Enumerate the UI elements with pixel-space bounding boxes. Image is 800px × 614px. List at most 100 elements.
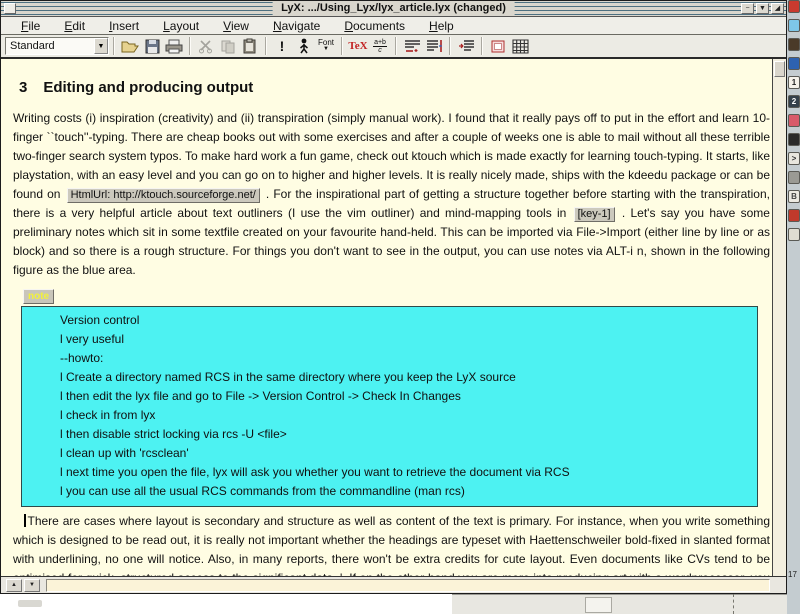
background-window-fragment [452,594,787,614]
menu-view[interactable]: View [211,19,261,33]
open-folder-icon [121,39,139,54]
menubar: File Edit Insert Layout View Navigate Do… [1,17,786,35]
section-number: 3 [19,79,27,96]
math-icon-bottom: c [378,47,382,54]
insert-table-button[interactable] [509,36,531,56]
paste-button[interactable] [239,36,261,56]
tex-mode-button[interactable]: TeX [347,36,369,56]
note-line: l very useful [60,330,753,349]
font-dialog-button[interactable]: Font ▼ [315,36,337,56]
toolbar-separator [341,37,343,55]
paragraph-style-combo[interactable]: Standard ▼ [5,37,109,55]
depth-icon [458,39,475,53]
math-mode-button[interactable]: a+b c [369,36,391,56]
background-divider [733,594,734,614]
toolbar-separator [395,37,397,55]
titlebar[interactable]: LyX: .../Using_Lyx/lyx_article.lyx (chan… [1,1,786,17]
print-button[interactable] [163,36,185,56]
shade-button[interactable]: ▼ [756,3,769,14]
panel-app-icon[interactable] [788,0,800,13]
footnote-icon [404,39,421,53]
menu-navigate[interactable]: Navigate [261,19,332,33]
toolbar-separator [449,37,451,55]
vertical-scrollbar[interactable] [772,59,786,576]
insert-figure-button[interactable] [487,36,509,56]
desktop-panel: 1 2 > B 17 [787,0,800,614]
margin-note-icon [426,39,443,53]
panel-desktop-2-button[interactable]: 2 [788,95,800,108]
note-inset-button[interactable]: note [23,289,54,304]
panel-app-icon[interactable] [788,209,800,222]
paragraph[interactable]: There are cases where layout is secondar… [13,512,770,576]
paragraph[interactable]: Writing costs (i) inspiration (creativit… [13,109,770,280]
note-line: l Create a directory named RCS in the sa… [60,368,753,387]
note-line: l clean up with 'rcsclean' [60,444,753,463]
panel-app-icon[interactable] [788,57,800,70]
font-label: Font [318,39,334,46]
down-arrow-icon: ▼ [29,582,35,588]
noun-style-button[interactable] [293,36,315,56]
note-line: l then disable strict locking via rcs -U… [60,425,753,444]
chevron-down-icon[interactable]: ▼ [94,38,108,54]
menu-layout[interactable]: Layout [151,19,211,33]
note-line: l then edit the lyx file and go to File … [60,387,753,406]
menu-edit[interactable]: Edit [52,19,97,33]
url-inset-chip[interactable]: HtmlUrl: http://ktouch.sourceforge.net/ [67,188,260,203]
panel-clock: 17 [788,570,797,579]
minimize-button[interactable]: − [741,3,754,14]
panel-desktop-1-button[interactable]: 1 [788,76,800,89]
scissors-icon [198,39,214,54]
increase-depth-button[interactable] [455,36,477,56]
minibuffer-input[interactable] [46,579,770,592]
menu-file[interactable]: File [9,19,52,33]
copy-button[interactable] [217,36,239,56]
panel-app-icon[interactable] [788,133,800,146]
panel-app-icon[interactable] [788,114,800,127]
panel-app-icon[interactable] [788,19,800,32]
resize-button[interactable]: ◢ [771,3,784,14]
figure-icon [491,40,505,53]
window-menu-button[interactable] [4,3,16,14]
insert-marginnote-button[interactable] [423,36,445,56]
scrollbar-thumb[interactable] [774,61,785,77]
toolbar-separator [265,37,267,55]
cut-button[interactable] [195,36,217,56]
emphasis-button[interactable]: ! [271,36,293,56]
citation-inset-chip[interactable]: [key-1] [574,207,615,222]
window-title: LyX: .../Using_Lyx/lyx_article.lyx (chan… [272,1,515,16]
menu-insert[interactable]: Insert [97,19,151,33]
person-icon [299,38,309,54]
panel-app-icon[interactable] [788,38,800,51]
toolbar: Standard ▼ ! Font ▼ TeX a+b c [1,35,786,59]
insert-footnote-button[interactable] [401,36,423,56]
save-icon [145,39,160,54]
paragraph-style-value: Standard [6,40,94,52]
up-arrow-icon: ▲ [11,582,17,588]
table-icon [512,39,529,54]
document-canvas[interactable]: 3Editing and producing output Writing co… [1,59,772,576]
document-area: 3Editing and producing output Writing co… [1,59,786,576]
paste-icon [242,38,258,54]
menu-help[interactable]: Help [417,19,466,33]
save-button[interactable] [141,36,163,56]
panel-app-icon[interactable]: B [788,190,800,203]
background-window-button [585,597,612,613]
chevron-down-icon: ▼ [323,46,329,53]
note-line: Version control [60,311,753,330]
note-line: --howto: [60,349,753,368]
background-window-fragment [18,600,42,607]
toolbar-separator [481,37,483,55]
note-line: l you can use all the usual RCS commands… [60,482,753,501]
minibuffer-bar: ▲ ▼ [1,576,786,593]
math-icon-top: a+b [373,39,387,47]
menu-documents[interactable]: Documents [332,19,417,33]
history-down-button[interactable]: ▼ [24,579,40,592]
panel-terminal-icon[interactable]: > [788,152,800,165]
note-line: l check in from lyx [60,406,753,425]
section-heading: 3Editing and producing output [19,79,770,96]
history-up-button[interactable]: ▲ [6,579,22,592]
panel-app-icon[interactable] [788,171,800,184]
note-inset-box[interactable]: Version control l very useful --howto: l… [21,306,758,507]
open-file-button[interactable] [119,36,141,56]
panel-app-icon[interactable] [788,228,800,241]
